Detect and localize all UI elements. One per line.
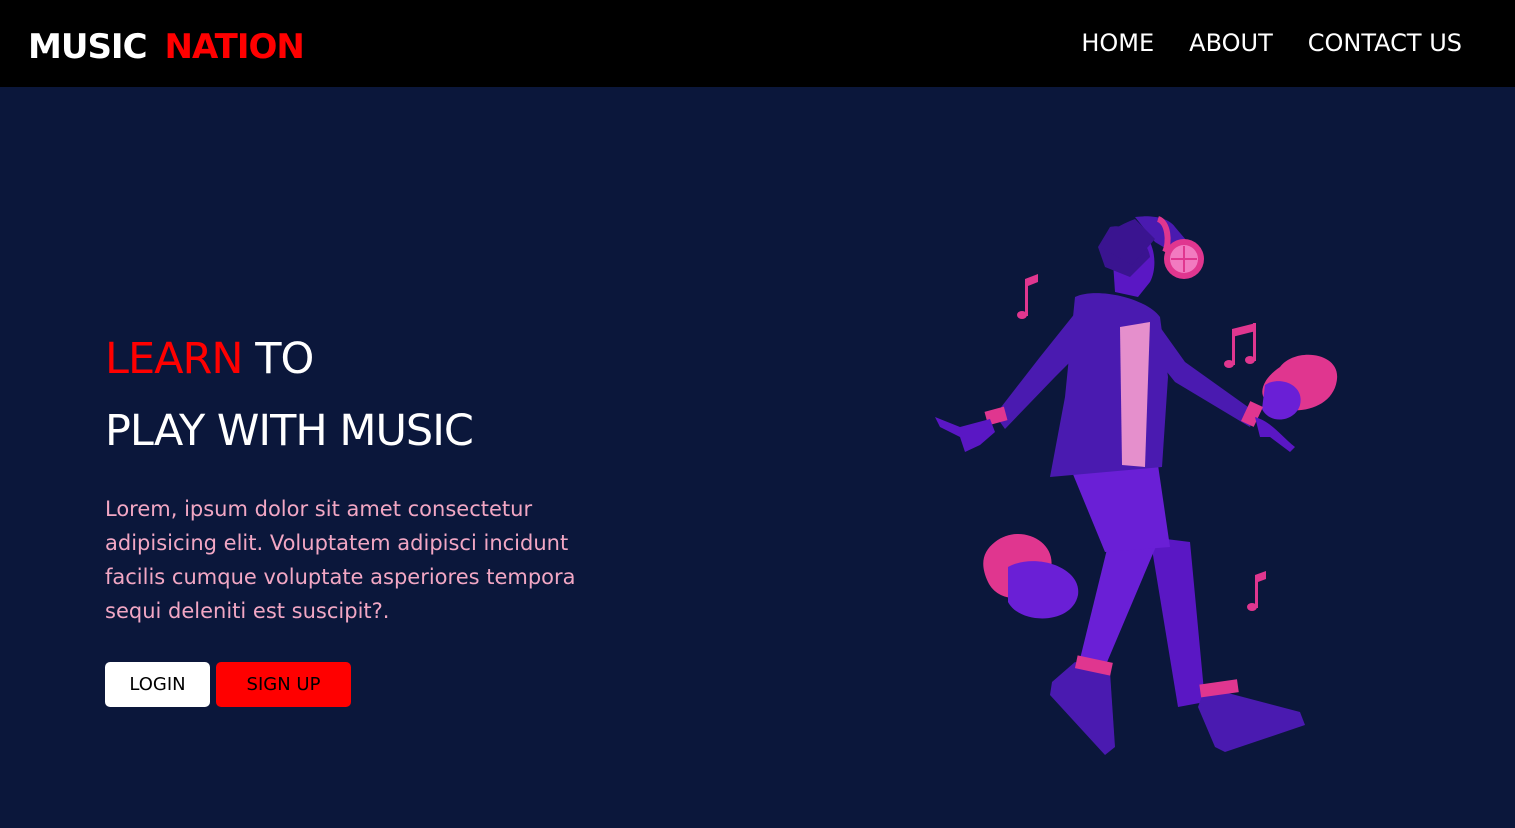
hero-description: Lorem, ipsum dolor sit amet consectetur … <box>105 497 576 623</box>
nav-link-home[interactable]: HOME <box>1081 27 1154 59</box>
signup-button[interactable]: SIGN UP <box>216 662 351 707</box>
navbar: MUSIC NATION HOME ABOUT CONTACT US <box>0 0 1515 87</box>
brand-logo[interactable]: MUSIC NATION <box>28 25 305 69</box>
headphone-earcup-icon <box>1164 239 1204 279</box>
headline-word-to: TO <box>255 334 314 384</box>
headline-line2: PLAY WITH MUSIC <box>105 406 474 456</box>
nav-link-about[interactable]: ABOUT <box>1189 27 1273 59</box>
music-note-double-icon <box>1224 323 1256 368</box>
brand-name-part1: MUSIC <box>28 27 148 67</box>
brand-name-part2: NATION <box>164 27 305 67</box>
blob-right <box>1262 354 1338 420</box>
music-note-small-icon <box>1247 571 1266 611</box>
blob-left <box>983 533 1079 619</box>
nav-link-contact-us[interactable]: CONTACT US <box>1308 27 1462 59</box>
login-button[interactable]: LOGIN <box>105 662 210 707</box>
hero-actions: LOGIN SIGN UP <box>105 662 351 707</box>
hero-headline: LEARN TO PLAY WITH MUSIC <box>105 323 474 467</box>
hero-section: LEARN TO PLAY WITH MUSIC Lorem, ipsum do… <box>0 87 1515 828</box>
headline-highlight: LEARN <box>105 334 244 384</box>
main-nav: HOME ABOUT CONTACT US <box>1081 27 1462 59</box>
music-note-icon <box>1017 274 1038 319</box>
dancer-illustration <box>935 216 1338 755</box>
